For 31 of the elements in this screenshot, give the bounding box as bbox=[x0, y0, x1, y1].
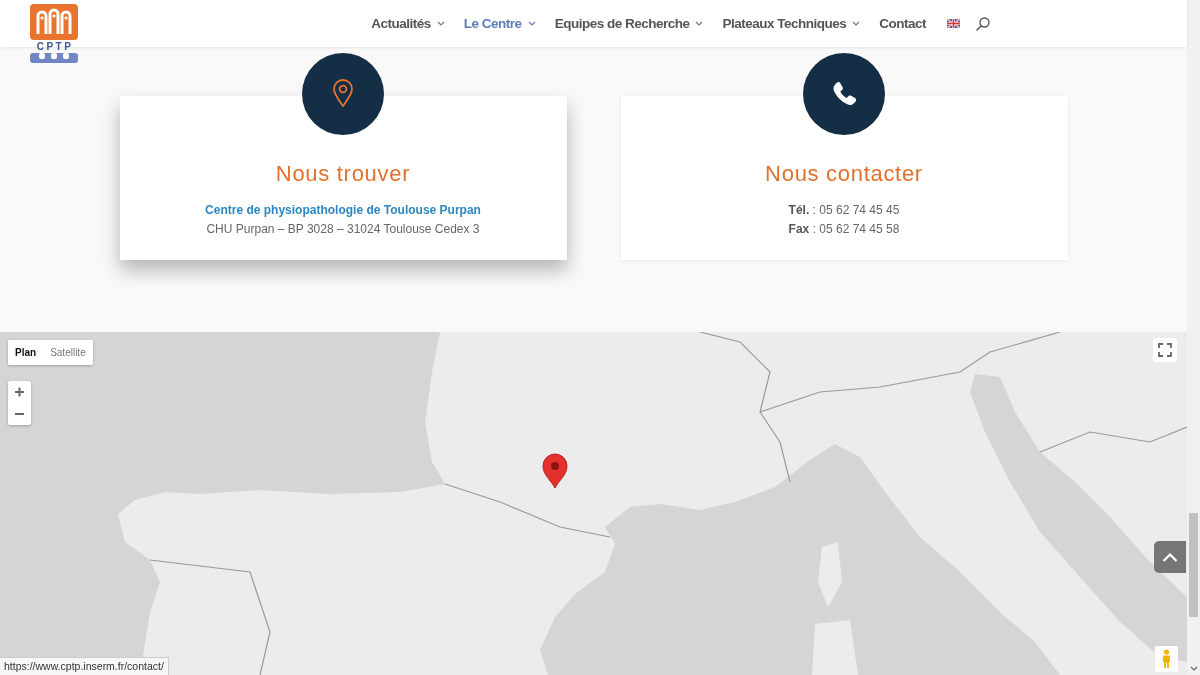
address-link[interactable]: Centre de physiopathologie de Toulouse Purpan bbox=[205, 201, 481, 220]
scroll-down-icon[interactable] bbox=[1189, 666, 1198, 671]
fullscreen-icon[interactable] bbox=[1153, 338, 1177, 362]
logo-text: CPTP bbox=[36, 41, 74, 52]
logo-base-icon bbox=[30, 53, 78, 63]
location-pin-icon bbox=[301, 53, 384, 135]
card-text: Fax : 05 62 74 45 58 bbox=[788, 221, 900, 238]
uk-flag-icon[interactable] bbox=[947, 19, 960, 28]
status-url: https://www.cptp.inserm.fr/contact/ bbox=[0, 657, 169, 675]
caret-icon bbox=[527, 21, 536, 26]
back-to-top-button[interactable] bbox=[1154, 541, 1186, 573]
map-type-tab[interactable]: Satellite bbox=[43, 340, 93, 365]
card-title: Nous trouver bbox=[275, 160, 411, 188]
nav-link[interactable]: Contact bbox=[879, 16, 926, 31]
scrollbar[interactable] bbox=[1187, 0, 1200, 675]
nav-link[interactable]: Le Centre bbox=[463, 16, 536, 31]
logo-icon[interactable] bbox=[30, 4, 78, 40]
caret-icon bbox=[436, 21, 445, 26]
card-title: Nous contacter bbox=[765, 160, 923, 188]
caret-icon bbox=[695, 21, 704, 26]
map-marker-icon[interactable] bbox=[541, 453, 569, 489]
card-text: CHU Purpan – BP 3028 – 31024 Toulouse Cedex 3 bbox=[206, 221, 480, 238]
map-type-tab[interactable]: Plan bbox=[8, 340, 44, 365]
scrollbar-thumb[interactable] bbox=[1189, 513, 1198, 617]
card-text: Tél. : 05 62 74 45 45 bbox=[788, 202, 900, 219]
search-icon[interactable] bbox=[976, 16, 990, 31]
caret-icon bbox=[852, 21, 861, 26]
nav-link[interactable]: Actualités bbox=[371, 16, 445, 31]
nav-link[interactable]: Equipes de Recherche bbox=[554, 16, 704, 31]
nav-link[interactable]: Plateaux Techniques bbox=[722, 16, 861, 31]
chevron-up-icon bbox=[1162, 552, 1178, 562]
